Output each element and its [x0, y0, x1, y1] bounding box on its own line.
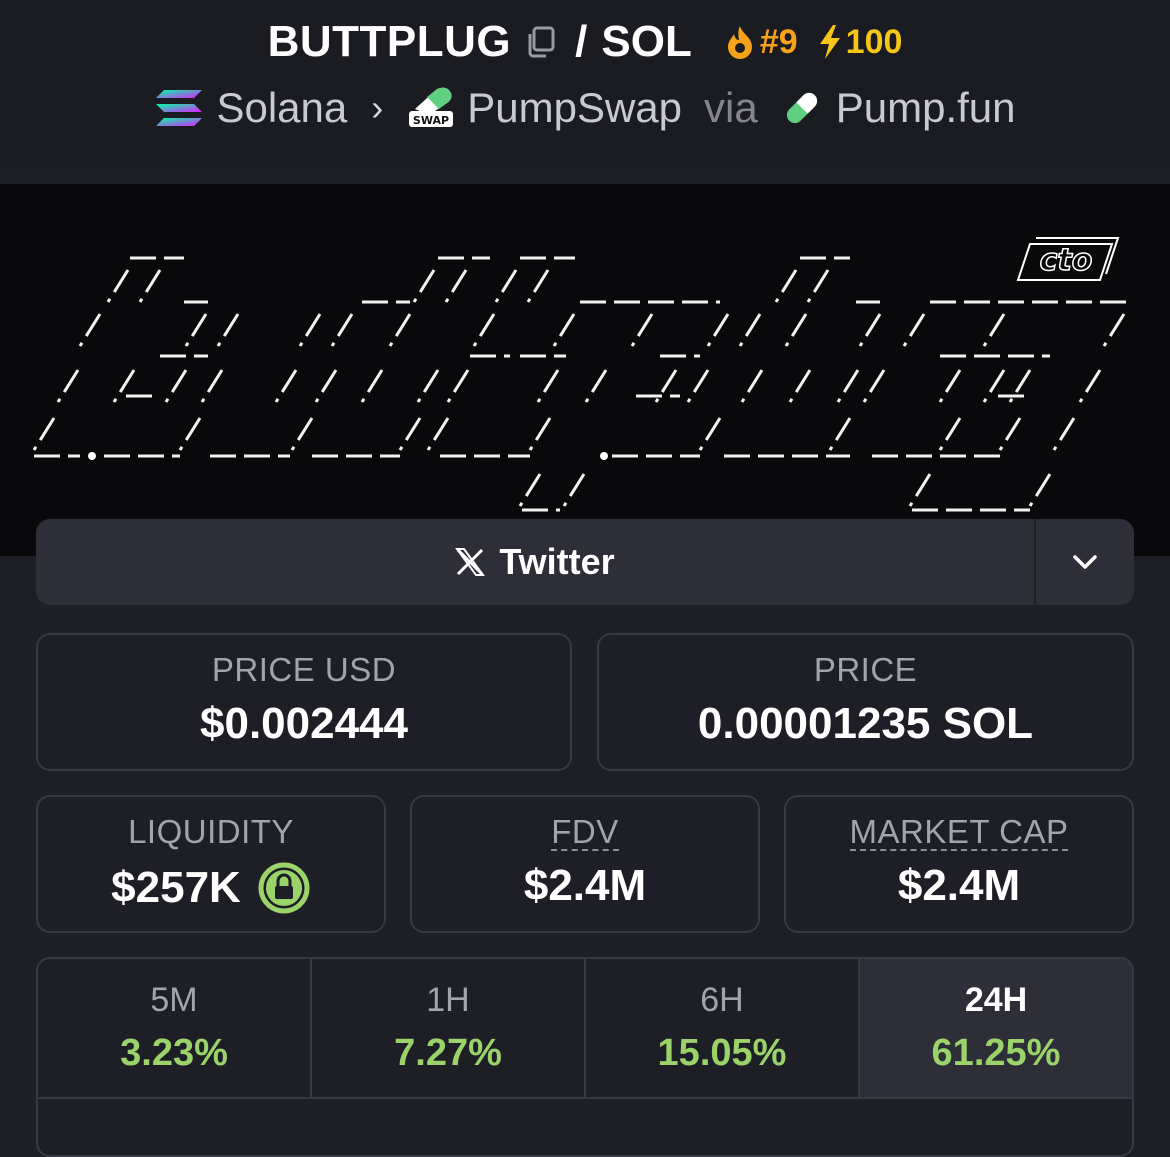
liquidity-lock-icon[interactable]	[257, 861, 311, 915]
change-tab-1h[interactable]: 1H 7.27%	[312, 959, 586, 1097]
price-usd-value: $0.002444	[200, 699, 408, 748]
boost-count: 100	[845, 22, 903, 61]
change-value: 3.23%	[120, 1032, 228, 1074]
price-native-value: 0.00001235 SOL	[697, 699, 1034, 748]
chevron-down-icon	[1073, 555, 1097, 569]
price-change-tabs: 5M 3.23% 1H 7.27% 6H 15.05% 24H 61.25%	[36, 957, 1134, 1157]
fdv-label[interactable]: FDV	[551, 815, 619, 851]
pumpfun-pill-logo	[786, 92, 817, 124]
boost-badge[interactable]: 100	[816, 22, 903, 62]
price-native-card: PRICE 0.00001235 SOL	[597, 633, 1134, 771]
pumpswap-logo: SWAP	[409, 87, 454, 127]
pair-header: BUTTPLUG / SOL #9 100 Solana › SWAP Pump…	[0, 0, 1170, 168]
via-label: via	[704, 84, 758, 131]
chevron-right-icon: ›	[371, 87, 384, 128]
pair-path: Solana › SWAP PumpSwap via Pump.fun	[0, 78, 1170, 138]
twitter-label: Twitter	[499, 541, 615, 582]
change-tab-6h[interactable]: 6H 15.05%	[586, 959, 860, 1097]
change-tab-24h[interactable]: 24H 61.25%	[860, 959, 1132, 1097]
change-value: 61.25%	[931, 1032, 1061, 1074]
price-usd-card: PRICE USD $0.002444	[36, 633, 572, 771]
quote-symbol: SOL	[601, 17, 692, 66]
liquidity-label: LIQUIDITY	[128, 813, 294, 850]
launchpad-name[interactable]: Pump.fun	[836, 84, 1016, 132]
banner-ascii-art: cto	[32, 237, 1130, 512]
fire-icon	[727, 26, 752, 59]
change-period: 6H	[700, 981, 744, 1019]
x-logo-icon	[455, 548, 486, 576]
trending-rank: #9	[759, 22, 798, 61]
fdv-value: $2.4M	[523, 861, 647, 910]
change-period: 1H	[426, 981, 470, 1019]
more-links-button[interactable]	[1036, 519, 1134, 605]
fdv-card: FDV $2.4M	[410, 795, 760, 933]
liquidity-value: $257K	[111, 863, 241, 912]
change-value: 7.27%	[394, 1032, 502, 1074]
market-cap-label[interactable]: MARKET CAP	[849, 815, 1069, 851]
cto-badge-text: cto	[1040, 243, 1093, 278]
token-symbol: BUTTPLUG	[267, 17, 512, 66]
price-usd-label: PRICE USD	[211, 651, 397, 688]
token-banner: cto	[0, 184, 1170, 556]
copy-icon[interactable]	[523, 25, 557, 59]
change-tab-5m[interactable]: 5M 3.23%	[38, 959, 312, 1097]
liquidity-card: LIQUIDITY $257K	[36, 795, 386, 933]
social-links-bar: Twitter	[36, 519, 1134, 605]
pair-separator: /	[575, 17, 588, 66]
lightning-icon	[819, 25, 840, 59]
change-period: 5M	[150, 981, 198, 1019]
twitter-button[interactable]: Twitter	[36, 519, 1036, 605]
dex-name[interactable]: PumpSwap	[467, 84, 682, 132]
market-cap-value: $2.4M	[897, 861, 1021, 910]
svg-text:SWAP: SWAP	[413, 114, 449, 127]
change-value: 15.05%	[657, 1032, 787, 1074]
trending-rank-badge[interactable]: #9	[724, 23, 798, 62]
price-native-label: PRICE	[813, 651, 918, 688]
market-cap-card: MARKET CAP $2.4M	[784, 795, 1134, 933]
change-period: 24H	[964, 981, 1028, 1019]
pair-title-row: BUTTPLUG / SOL #9 100	[0, 14, 1170, 70]
chain-name[interactable]: Solana	[216, 84, 347, 132]
solana-logo	[156, 90, 203, 126]
